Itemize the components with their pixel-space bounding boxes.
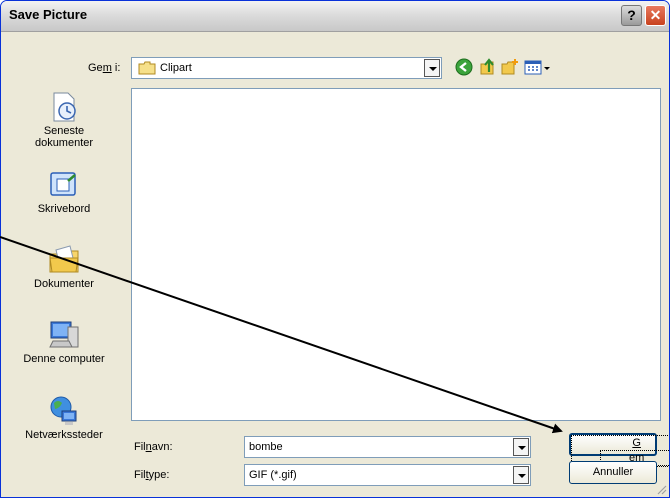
file-list[interactable] xyxy=(131,88,661,421)
save-picture-dialog: Save Picture ? ✕ Gem i: Clipart Seneste … xyxy=(0,0,670,498)
places-bar: Seneste dokumenter Skrivebord Dokumenter xyxy=(5,89,123,461)
filename-label: Filnavn: xyxy=(134,441,173,453)
save-in-value: Clipart xyxy=(160,62,192,74)
places-label-my-documents: Dokumenter xyxy=(34,278,94,290)
window-title: Save Picture xyxy=(9,7,88,22)
folder-icon xyxy=(138,61,156,75)
places-item-recent-documents[interactable]: Seneste dokumenter xyxy=(5,91,123,149)
filetype-dropdown[interactable]: GIF (*.gif) xyxy=(244,464,531,486)
places-item-network-places[interactable]: Netværkssteder xyxy=(5,395,123,441)
up-folder-icon[interactable] xyxy=(479,58,497,76)
places-label-my-computer: Denne computer xyxy=(23,353,105,365)
cancel-button[interactable]: Annuller xyxy=(569,461,657,484)
filetype-value: GIF (*.gif) xyxy=(249,469,297,481)
views-menu-icon[interactable] xyxy=(524,58,552,76)
save-button[interactable]: Gem xyxy=(569,433,669,467)
places-item-my-computer[interactable]: Denne computer xyxy=(5,319,123,365)
places-label-recent-line2: dokumenter xyxy=(34,137,94,149)
title-bar[interactable]: Save Picture ? ✕ xyxy=(1,1,669,32)
close-button[interactable]: ✕ xyxy=(645,5,666,26)
places-item-my-documents[interactable]: Dokumenter xyxy=(5,244,123,290)
my-documents-icon xyxy=(49,245,79,273)
back-icon[interactable] xyxy=(455,58,473,76)
network-places-icon xyxy=(50,396,77,425)
places-item-desktop[interactable]: Skrivebord xyxy=(5,169,123,215)
filetype-label: Filtype: xyxy=(134,469,170,481)
resize-grip-icon[interactable] xyxy=(655,483,667,495)
filename-field[interactable]: bombe xyxy=(244,436,531,458)
chevron-down-icon[interactable] xyxy=(513,438,529,456)
places-label-desktop: Skrivebord xyxy=(37,203,91,215)
save-in-dropdown[interactable]: Clipart xyxy=(131,57,442,79)
new-folder-icon[interactable] xyxy=(501,58,519,76)
help-button[interactable]: ? xyxy=(621,5,642,26)
chevron-down-icon[interactable] xyxy=(513,466,529,484)
save-in-label: Gem i: xyxy=(88,62,121,74)
filename-value: bombe xyxy=(249,441,283,453)
recent-documents-icon xyxy=(53,92,76,122)
places-label-recent-line1: Seneste xyxy=(43,125,85,137)
places-label-network-places: Netværkssteder xyxy=(25,429,103,441)
my-computer-icon xyxy=(49,321,79,348)
chevron-down-icon[interactable] xyxy=(424,59,440,77)
desktop-icon xyxy=(50,172,76,196)
